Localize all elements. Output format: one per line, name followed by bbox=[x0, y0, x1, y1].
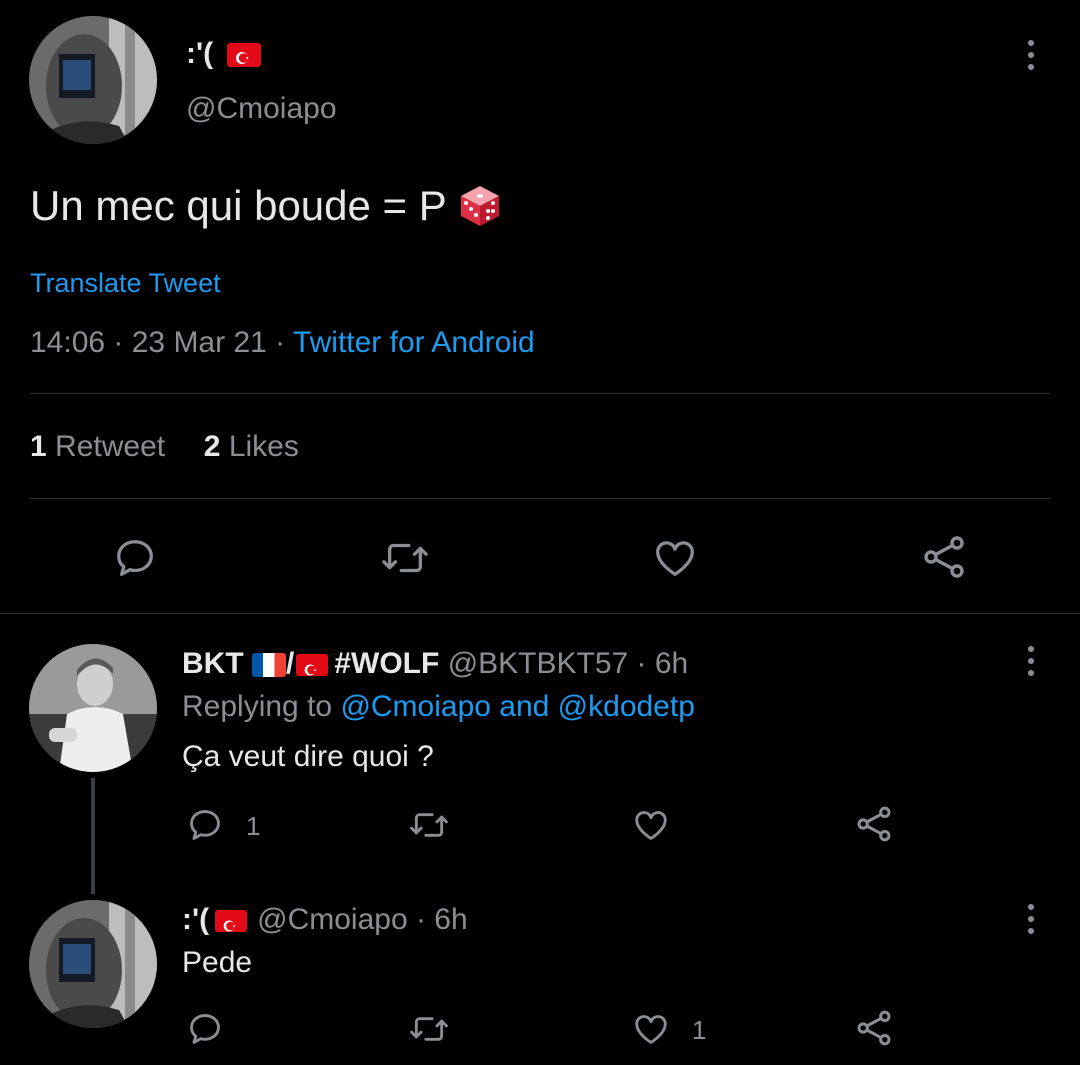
more-options-icon[interactable] bbox=[1028, 904, 1036, 940]
name-separator: / bbox=[286, 647, 295, 680]
display-name: BKT bbox=[182, 647, 244, 680]
reply-icon[interactable] bbox=[112, 535, 158, 581]
reply-time: · 6h bbox=[407, 903, 468, 936]
handle[interactable]: @Cmoiapo bbox=[186, 92, 337, 126]
avatar[interactable] bbox=[29, 900, 157, 1028]
avatar[interactable] bbox=[29, 644, 157, 772]
tweet-text-row: Un mec qui boude = P bbox=[30, 182, 502, 230]
engagement-stats: 1 Retweet 2 Likes bbox=[30, 430, 299, 464]
more-options-icon[interactable] bbox=[1028, 646, 1036, 682]
reply-header: BKT / #WOLF @BKTBKT57 · 6h bbox=[182, 646, 688, 682]
translate-tweet-link[interactable]: Translate Tweet bbox=[30, 268, 221, 299]
reply-icon[interactable] bbox=[186, 806, 224, 844]
avatar[interactable] bbox=[29, 16, 157, 144]
like-count: 1 bbox=[692, 1015, 707, 1045]
retweet-count[interactable]: 1 bbox=[30, 430, 47, 463]
share-icon[interactable] bbox=[854, 804, 894, 844]
like-icon[interactable] bbox=[651, 535, 699, 581]
display-name: :'( bbox=[186, 37, 214, 70]
reply-text: Ça veut dire quoi ? bbox=[182, 740, 434, 773]
turkey-flag-icon bbox=[215, 910, 248, 933]
retweet-icon[interactable] bbox=[408, 1010, 450, 1048]
divider bbox=[0, 613, 1080, 614]
replying-to-handles[interactable]: @Cmoiapo and @kdodetp bbox=[340, 690, 694, 723]
name-tag: #WOLF bbox=[334, 647, 440, 680]
like-icon[interactable] bbox=[631, 1010, 671, 1048]
timestamp: 14:06 · 23 Mar 21 · bbox=[30, 326, 293, 359]
like-icon[interactable] bbox=[631, 806, 671, 844]
thread-line bbox=[91, 778, 95, 894]
divider bbox=[30, 498, 1050, 499]
more-options-icon[interactable] bbox=[1028, 40, 1036, 76]
reply-count: 1 bbox=[246, 811, 261, 841]
source-link[interactable]: Twitter for Android bbox=[293, 326, 535, 359]
retweet-label[interactable]: Retweet bbox=[55, 430, 165, 463]
retweet-icon[interactable] bbox=[408, 806, 450, 844]
retweet-icon[interactable] bbox=[380, 535, 430, 581]
likes-count[interactable]: 2 bbox=[204, 430, 221, 463]
turkey-flag-icon bbox=[296, 654, 329, 677]
display-name-row: :'( bbox=[186, 36, 262, 72]
likes-label[interactable]: Likes bbox=[229, 430, 299, 463]
tweet-text: Un mec qui boude = P bbox=[30, 182, 447, 229]
handle[interactable]: @BKTBKT57 bbox=[448, 647, 629, 680]
reply-header: :'( @Cmoiapo · 6h bbox=[182, 902, 468, 938]
replying-to: Replying to @Cmoiapo and @kdodetp bbox=[182, 690, 695, 724]
share-icon[interactable] bbox=[854, 1008, 894, 1048]
share-icon[interactable] bbox=[920, 533, 968, 581]
reply-icon[interactable] bbox=[186, 1010, 224, 1048]
reply-time: · 6h bbox=[628, 647, 689, 680]
france-flag-icon bbox=[252, 653, 286, 678]
divider bbox=[30, 393, 1050, 394]
reply-text: Pede bbox=[182, 946, 253, 979]
replying-prefix: Replying to bbox=[182, 690, 341, 723]
timestamp-row: 14:06 · 23 Mar 21 · Twitter for Android bbox=[30, 326, 535, 360]
game-die-icon bbox=[458, 184, 502, 228]
handle[interactable]: @Cmoiapo bbox=[257, 903, 408, 936]
turkey-flag-icon bbox=[227, 43, 262, 68]
display-name: :'( bbox=[182, 903, 210, 936]
